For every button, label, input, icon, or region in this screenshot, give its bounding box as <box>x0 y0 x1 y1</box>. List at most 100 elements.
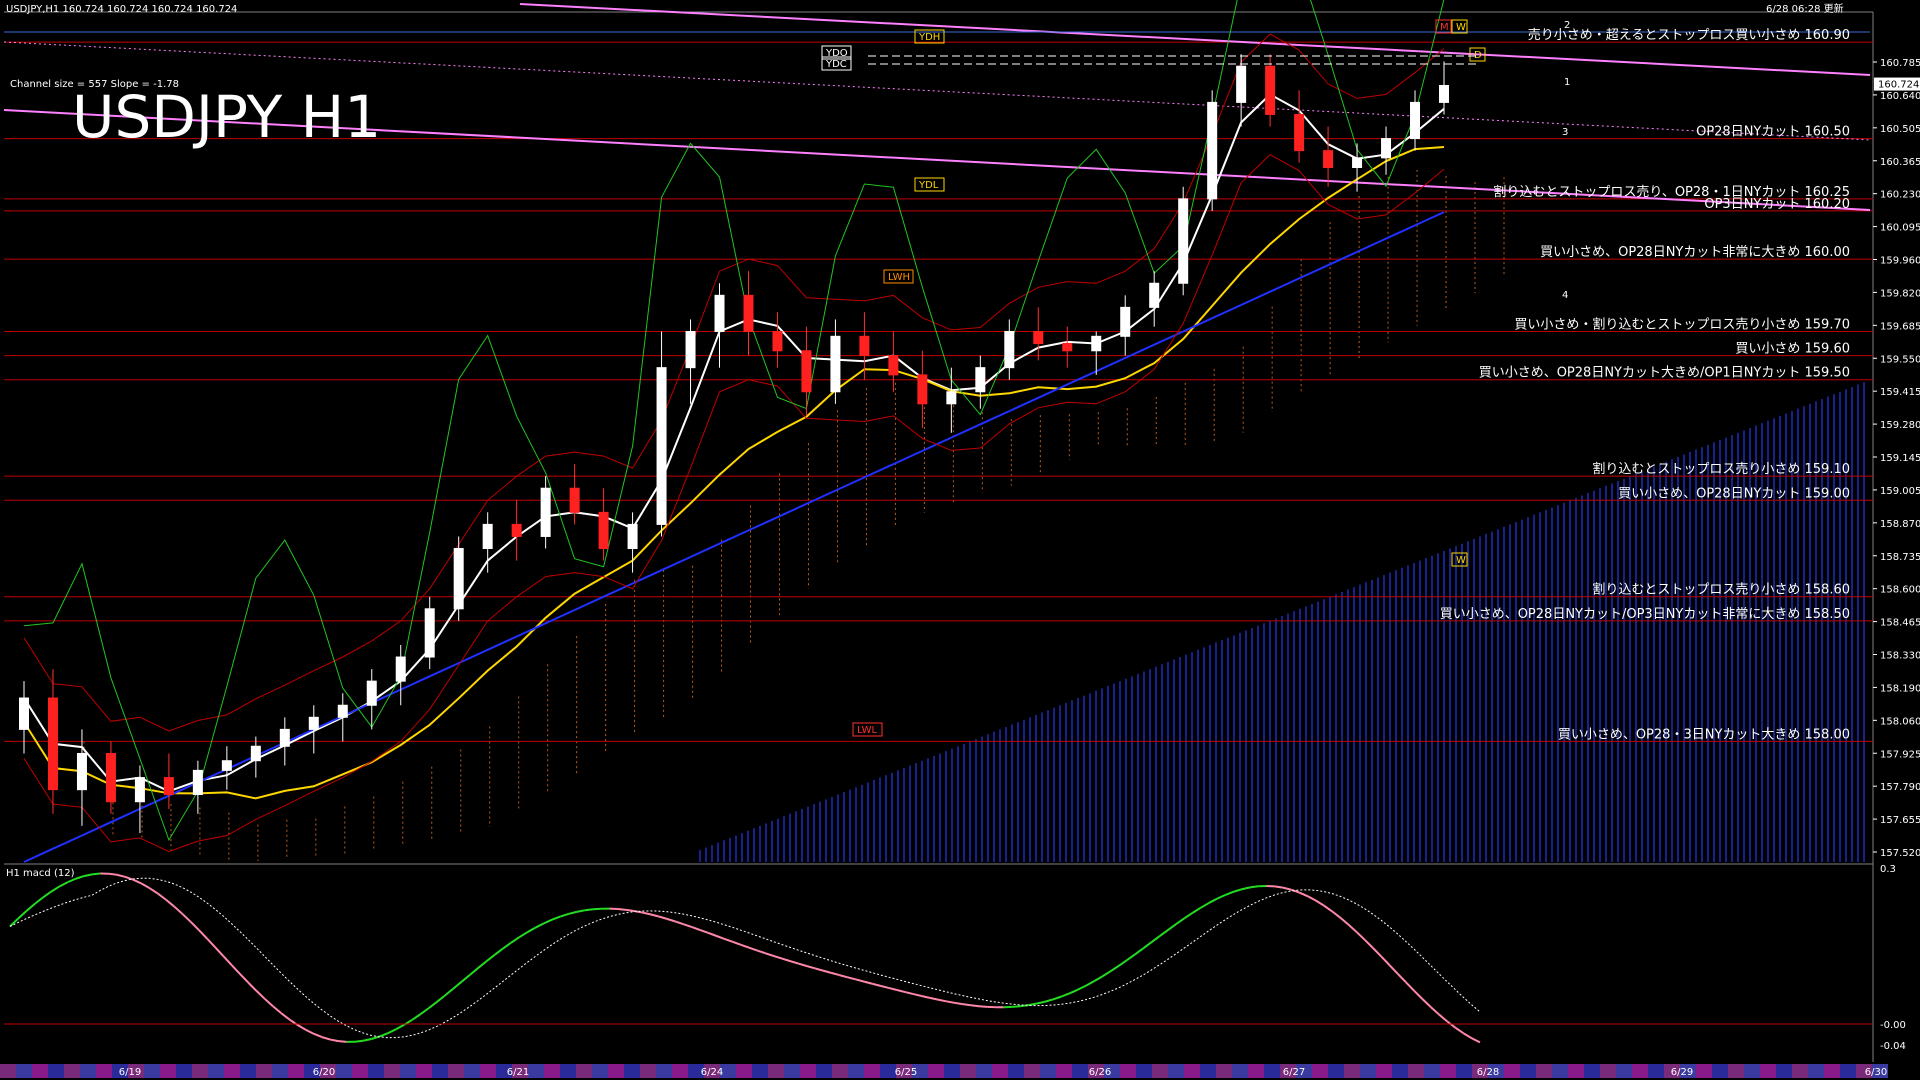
candle-body <box>134 777 145 803</box>
candle-body <box>1236 65 1247 103</box>
macd-segment <box>338 1040 347 1043</box>
session-strip-cell <box>48 1064 64 1078</box>
candle-body <box>946 391 957 405</box>
session-strip-cell <box>528 1064 544 1078</box>
level-annotation: OP3日NYカット 160.20 <box>1704 197 1850 212</box>
price-tick-label: 158.465 <box>1880 618 1920 629</box>
candle-body <box>76 752 87 791</box>
date-label: 6/19 <box>119 1067 141 1078</box>
session-strip-cell <box>1344 1064 1360 1078</box>
candle-body <box>395 656 406 682</box>
macd-segment <box>108 872 117 876</box>
candle-body <box>569 487 580 513</box>
candle-body <box>888 355 899 376</box>
candle-body <box>1120 306 1131 337</box>
candle-body <box>308 716 319 730</box>
session-strip-cell <box>480 1064 496 1078</box>
session-strip-cell <box>736 1064 752 1078</box>
session-strip-cell <box>1408 1064 1424 1078</box>
macd-segment <box>354 1039 364 1043</box>
price-tick-label: 157.925 <box>1880 749 1920 760</box>
symbol-header: USDJPY,H1 160.724 160.724 160.724 160.72… <box>6 4 237 15</box>
candle-body <box>1091 335 1102 352</box>
level-marker-label: LWL <box>857 725 878 736</box>
candle-body <box>1352 157 1363 169</box>
session-strip-cell <box>432 1064 448 1078</box>
candle-body <box>801 350 812 393</box>
session-strip-cell <box>160 1064 176 1078</box>
level-annotation: 買い小さめ、OP28日NYカット大きめ/OP1日NYカット 159.50 <box>1479 366 1850 381</box>
level-marker-label: YDH <box>918 32 940 43</box>
candle-body <box>627 523 638 550</box>
session-strip-cell <box>1696 1064 1712 1078</box>
candle-body <box>1265 65 1276 115</box>
session-strip-cell <box>1024 1064 1040 1078</box>
level-annotation: 買い小さめ、OP28日NYカット/OP3日NYカット非常に大きめ 158.50 <box>1440 607 1850 622</box>
price-tick-label: 159.005 <box>1880 486 1920 497</box>
price-tick-label: 158.060 <box>1880 716 1920 727</box>
price-tick-label: 158.870 <box>1880 519 1920 530</box>
session-strip-cell <box>816 1064 832 1078</box>
session-strip-cell <box>1456 1064 1472 1078</box>
session-strip-cell <box>1232 1064 1248 1078</box>
price-tick-label: 159.145 <box>1880 453 1920 464</box>
candle-body <box>685 330 696 369</box>
macd-tick-label: -0.00 <box>1880 1020 1906 1031</box>
macd-segment <box>1011 1005 1021 1008</box>
updated-timestamp: 6/28 06:28 更新 <box>1766 2 1844 15</box>
macd-segment <box>617 908 627 911</box>
session-strip-cell <box>928 1064 944 1078</box>
level-annotation: 割り込むとストップロス売り小さめ 159.10 <box>1592 461 1850 477</box>
session-strip-cell <box>1056 1064 1072 1078</box>
price-tick-label: 159.280 <box>1880 420 1920 431</box>
date-label: 6/21 <box>507 1067 529 1078</box>
session-strip-cell <box>384 1064 400 1078</box>
session-strip-cell <box>1584 1064 1600 1078</box>
session-strip-cell <box>176 1064 192 1078</box>
session-strip-cell <box>640 1064 656 1078</box>
level-marker-label: 3 <box>1562 127 1568 138</box>
session-strip-cell <box>1648 1064 1664 1078</box>
session-strip-cell <box>1328 1064 1344 1078</box>
session-strip-cell <box>1200 1064 1216 1078</box>
session-strip-cell <box>1120 1064 1136 1078</box>
date-label: 6/27 <box>1283 1067 1305 1078</box>
session-strip-cell <box>1072 1064 1088 1078</box>
session-strip-cell <box>1728 1064 1744 1078</box>
price-tick-label: 160.505 <box>1880 124 1920 135</box>
candle-body <box>1033 330 1044 345</box>
candle-body <box>366 680 377 706</box>
macd-segment <box>962 1003 971 1007</box>
session-strip-cell <box>352 1064 368 1078</box>
session-strip-cell <box>1264 1064 1280 1078</box>
session-strip-cell <box>608 1064 624 1078</box>
candle-body <box>1439 85 1449 103</box>
session-strip-cell <box>960 1064 976 1078</box>
session-strip-cell <box>1536 1064 1552 1078</box>
candle-body <box>975 367 986 393</box>
session-strip-cell <box>1840 1064 1856 1078</box>
session-strip-cell <box>1824 1064 1840 1078</box>
macd-segment <box>978 1005 988 1008</box>
price-tick-label: 160.095 <box>1880 223 1920 234</box>
session-strip-cell <box>416 1064 432 1078</box>
price-tick-label: 159.820 <box>1880 288 1920 299</box>
session-strip-cell <box>144 1064 160 1078</box>
level-annotation: 買い小さめ、OP28日NYカット非常に大きめ 160.00 <box>1540 245 1850 260</box>
candle-body <box>540 487 551 537</box>
macd-tick-label: -0.04 <box>1880 1041 1906 1052</box>
candle-body <box>105 752 116 803</box>
candle-body <box>337 704 348 718</box>
session-strip-cell <box>544 1064 560 1078</box>
level-marker-label: YDL <box>918 180 939 191</box>
macd-tick-label: 0.3 <box>1880 864 1896 875</box>
session-strip-cell <box>1248 1064 1264 1078</box>
session-strip-cell <box>208 1064 224 1078</box>
candle-body <box>1062 343 1073 352</box>
session-strip-cell <box>1760 1064 1776 1078</box>
level-annotation: 売り小さめ・超えるとストップロス買い小さめ 160.90 <box>1528 27 1850 43</box>
session-strip-cell <box>784 1064 800 1078</box>
macd-segment <box>954 1001 963 1006</box>
level-marker-label: 4 <box>1562 290 1568 301</box>
session-strip-cell <box>0 1064 16 1078</box>
